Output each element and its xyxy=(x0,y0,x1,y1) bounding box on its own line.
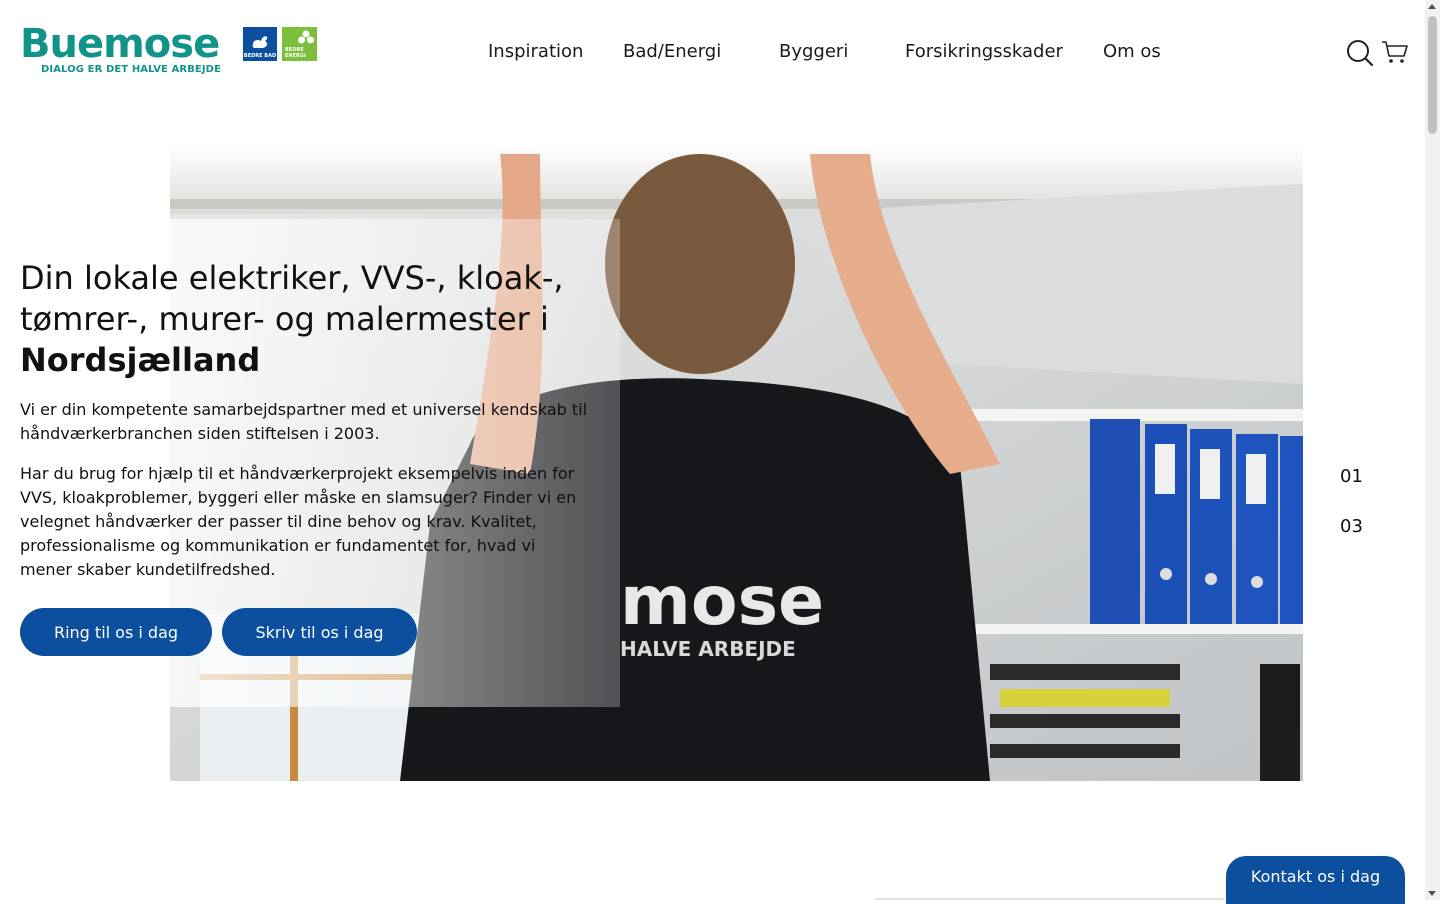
hero-title-location: Nordsjælland xyxy=(20,341,261,379)
slide-total-number[interactable]: 03 xyxy=(1340,516,1363,537)
hero-detail-paragraph: Har du brug for hjælp til et håndværkerp… xyxy=(20,464,577,579)
hero-intro-paragraph: Vi er din kompetente samarbejdspartner m… xyxy=(20,400,588,443)
shirt-subtext: HALVE ARBEJDE xyxy=(620,637,796,661)
bedre-bad-label: BEDRE BAD xyxy=(243,53,277,59)
bedre-bad-badge[interactable]: BEDRE BAD xyxy=(243,27,277,61)
brand-logo[interactable]: Buemose DIALOG ER DET HALVE ARBEJDE xyxy=(20,21,225,78)
cart-icon[interactable] xyxy=(1381,39,1409,67)
nav-item-byggeri[interactable]: Byggeri xyxy=(779,40,848,64)
bedre-energi-label: BEDRE ENERGI xyxy=(285,47,306,59)
scrollbar-thumb[interactable] xyxy=(1428,16,1437,134)
call-us-button[interactable]: Ring til os i dag xyxy=(20,608,212,656)
bedre-energi-badge[interactable]: BEDRE ENERGI xyxy=(282,27,317,61)
nav-item-inspiration[interactable]: Inspiration xyxy=(488,40,583,64)
search-icon[interactable] xyxy=(1346,39,1374,67)
nav-item-om-os[interactable]: Om os xyxy=(1103,40,1161,64)
hero-title-text: Din lokale elektriker, VVS-, kloak-, tøm… xyxy=(20,259,564,338)
scroll-up-arrow-icon[interactable] xyxy=(1428,4,1436,9)
site-header: Buemose DIALOG ER DET HALVE ARBEJDE BEDR… xyxy=(0,0,1425,100)
slide-current-number[interactable]: 01 xyxy=(1340,466,1363,487)
page-scrollbar[interactable] xyxy=(1425,0,1440,900)
duck-icon xyxy=(252,36,268,48)
hero-title: Din lokale elektriker, VVS-, kloak-, tøm… xyxy=(20,258,600,381)
nav-item-forsikringsskader[interactable]: Forsikringsskader xyxy=(905,40,1063,64)
shirt-text: mose xyxy=(620,562,824,641)
logo-wordmark: Buemose xyxy=(20,21,220,67)
write-us-button[interactable]: Skriv til os i dag xyxy=(222,608,417,656)
scroll-down-arrow-icon[interactable] xyxy=(1428,891,1436,896)
logo-tagline: DIALOG ER DET HALVE ARBEJDE xyxy=(41,64,222,75)
nav-item-bad-energi[interactable]: Bad/Energi xyxy=(623,40,721,64)
leaf-icon xyxy=(298,30,314,44)
contact-us-button[interactable]: Kontakt os i dag xyxy=(1226,856,1405,904)
